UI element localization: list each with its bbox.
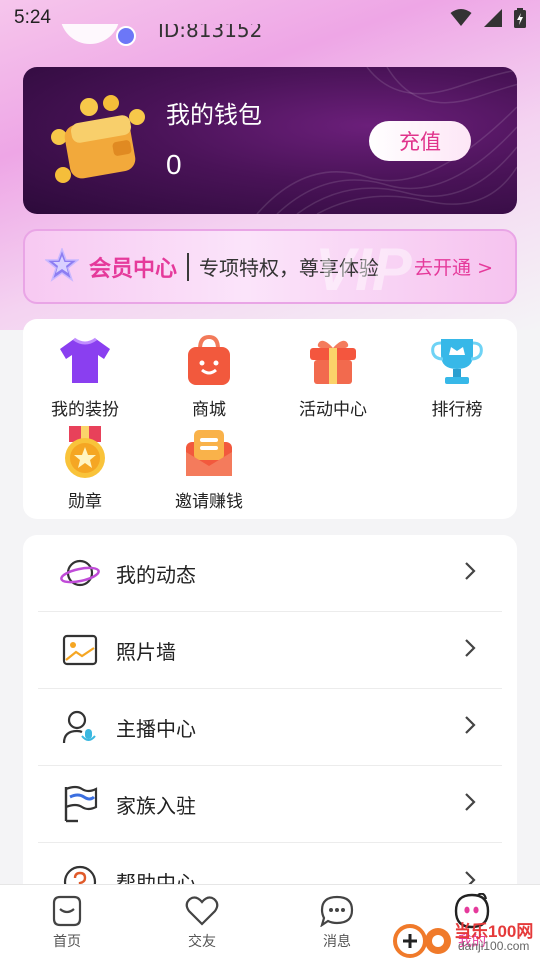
feature-label: 排行榜 xyxy=(431,400,483,420)
verified-badge-icon xyxy=(116,26,136,46)
tab-label: 消息 xyxy=(323,934,351,950)
menu-item-streamer-center[interactable]: 主播中心 xyxy=(38,689,502,766)
streamer-mic-icon xyxy=(60,707,100,747)
tab-messages[interactable]: 消息 xyxy=(287,893,387,951)
tab-friends[interactable]: 交友 xyxy=(152,893,252,951)
menu-list: 我的动态 照片墙 主播中心 家族入驻 帮助中心 xyxy=(23,535,517,915)
tab-label: 交友 xyxy=(188,934,216,950)
feature-invite-earn[interactable]: 邀请赚钱 xyxy=(147,425,271,512)
vip-banner[interactable]: VIP 会员中心 专项特权，尊享体验 去开通 > xyxy=(23,229,517,304)
medal-icon xyxy=(57,425,113,481)
tab-label: 首页 xyxy=(53,934,81,950)
feature-medals[interactable]: 勋章 xyxy=(23,425,147,512)
watermark-logo-icon xyxy=(393,924,451,958)
feature-label: 商城 xyxy=(192,400,226,420)
user-id: ID:813152 xyxy=(158,24,263,42)
feature-dress-up[interactable]: 我的装扮 xyxy=(23,333,147,420)
vip-open-link[interactable]: 去开通 > xyxy=(414,253,493,280)
chevron-right-icon xyxy=(464,792,476,816)
wallet-balance: 0 xyxy=(166,149,182,180)
status-time: 5:24 xyxy=(14,7,51,28)
menu-label: 照片墙 xyxy=(116,639,176,664)
photo-icon xyxy=(60,630,100,670)
signal-icon xyxy=(484,9,502,27)
menu-label: 主播中心 xyxy=(116,716,196,741)
planet-icon xyxy=(60,553,100,593)
menu-label: 家族入驻 xyxy=(116,793,196,818)
menu-item-family-join[interactable]: 家族入驻 xyxy=(38,766,502,843)
vip-star-icon xyxy=(43,246,81,286)
feature-mall[interactable]: 商城 xyxy=(147,333,271,420)
recharge-button[interactable]: 充值 xyxy=(369,121,471,161)
chevron-right-icon xyxy=(464,638,476,662)
profile-header[interactable]: ID:813152 xyxy=(60,24,320,48)
feature-leaderboard[interactable]: 排行榜 xyxy=(395,333,519,420)
vip-title: 会员中心 xyxy=(89,256,178,282)
menu-label: 我的动态 xyxy=(116,562,196,587)
vip-watermark: VIP xyxy=(315,236,412,303)
envelope-icon xyxy=(181,425,237,481)
wallet-pattern xyxy=(256,67,517,214)
wallet-title: 我的钱包 xyxy=(166,101,262,129)
feature-label: 活动中心 xyxy=(299,400,367,420)
flag-icon xyxy=(60,784,100,824)
feature-label: 勋章 xyxy=(68,492,102,512)
feature-grid: 我的装扮 商城 活动中心 排行榜 勋章 邀请赚钱 xyxy=(23,319,517,519)
heart-icon xyxy=(184,893,220,929)
menu-item-my-posts[interactable]: 我的动态 xyxy=(38,535,502,612)
menu-item-photo-wall[interactable]: 照片墙 xyxy=(38,612,502,689)
gift-box-icon xyxy=(305,333,361,389)
wallet-coins-icon xyxy=(49,95,149,189)
chevron-right-icon xyxy=(464,561,476,585)
wifi-icon xyxy=(450,9,472,27)
home-icon xyxy=(49,893,85,929)
avatar[interactable] xyxy=(60,24,120,44)
feature-label: 我的装扮 xyxy=(51,400,119,420)
tshirt-icon xyxy=(57,333,113,389)
chat-bubble-icon xyxy=(319,893,355,929)
feature-activity-center[interactable]: 活动中心 xyxy=(271,333,395,420)
chevron-right-icon xyxy=(464,715,476,739)
wallet-card[interactable]: 我的钱包 0 充值 xyxy=(23,67,517,214)
feature-label: 邀请赚钱 xyxy=(175,492,243,512)
trophy-icon xyxy=(429,333,485,389)
site-watermark: 当乐100网 danji100.com xyxy=(392,915,540,960)
watermark-domain: danji100.com xyxy=(458,939,530,953)
vip-divider xyxy=(187,252,190,281)
tab-home[interactable]: 首页 xyxy=(17,893,117,951)
shopping-bag-icon xyxy=(181,333,237,389)
battery-icon xyxy=(514,8,526,28)
